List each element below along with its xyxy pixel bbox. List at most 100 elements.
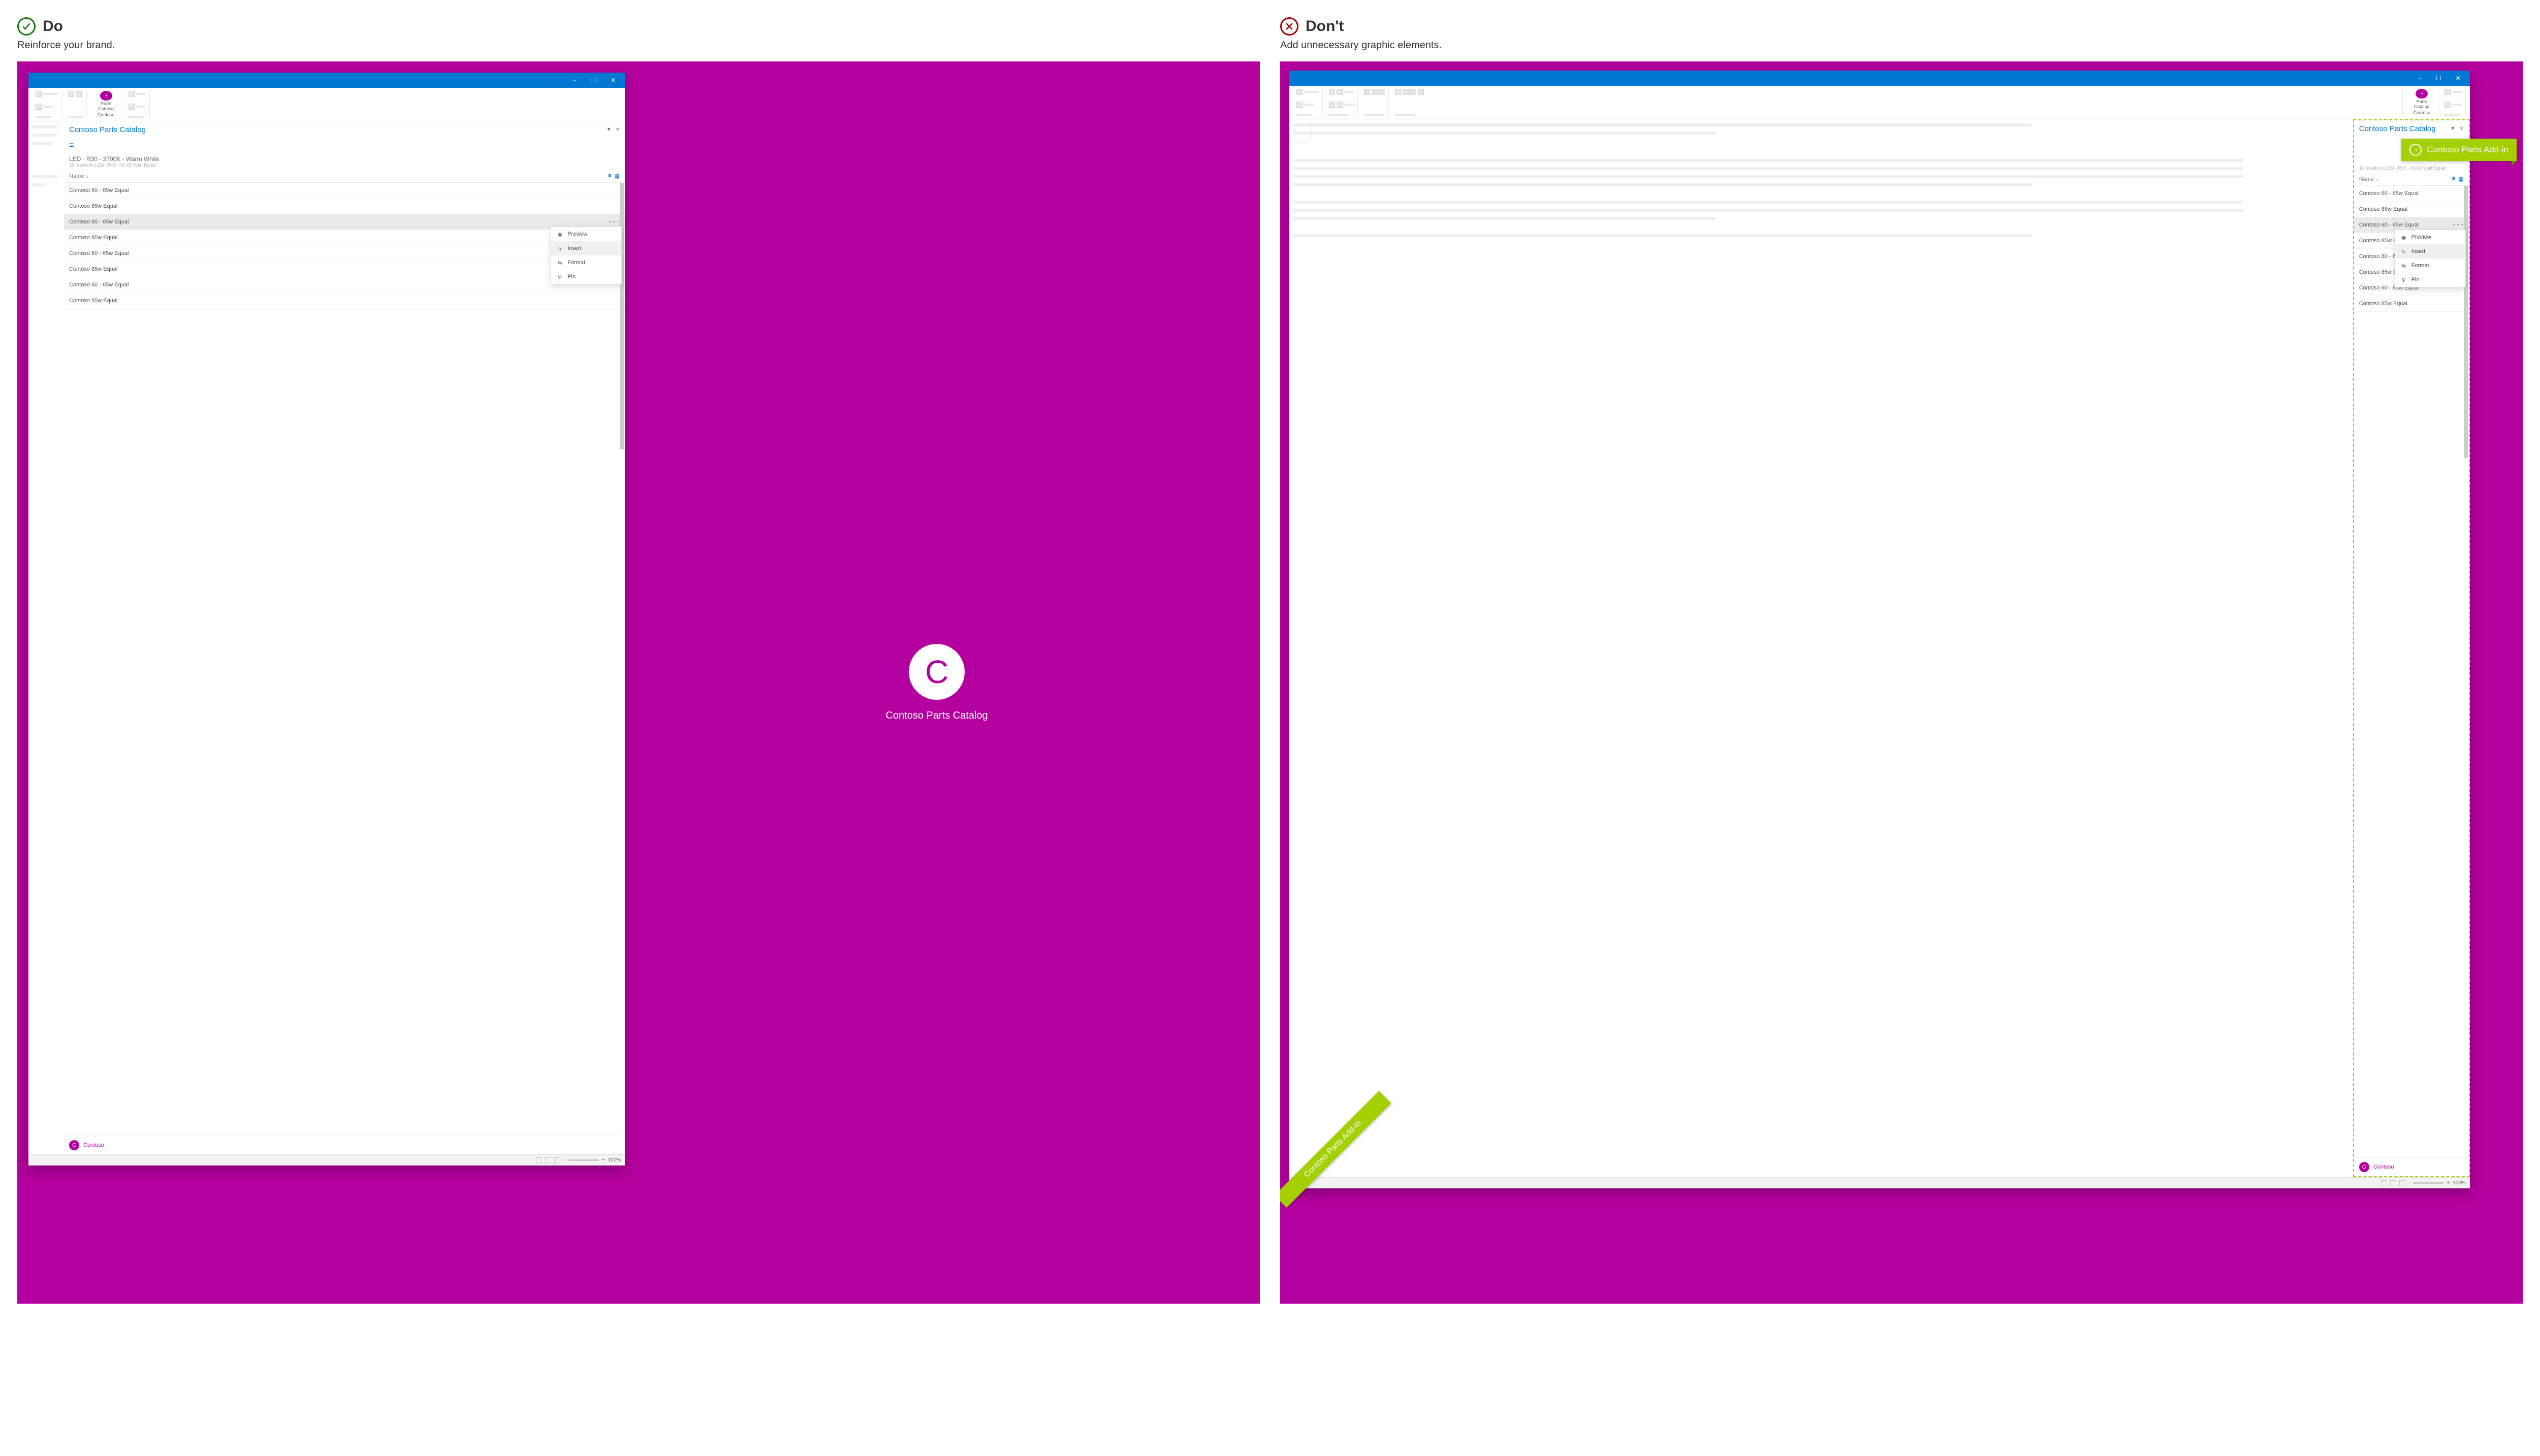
list-item[interactable]: Contoso 85w Equal [64,230,625,246]
app-window: − ☐ ✕ ◔ Parts Catalog Contoso [1289,71,2470,1188]
zoom-out[interactable]: - [2408,1180,2410,1186]
list-item[interactable]: Contoso 85w Equal [2354,296,2469,312]
brand-logo: C [69,1140,79,1150]
dont-frame: − ☐ ✕ ◔ Parts Catalog Contoso [1280,61,2523,1304]
brand-hero-title: Contoso Parts Catalog [885,710,988,722]
context-menu: ◉Preview ↳Insert ⇆Format ⚲Pin [2395,230,2466,287]
window-minimize-button[interactable]: − [566,74,583,86]
dont-subtitle: Add unnecessary graphic elements. [1280,40,2523,51]
addin-ribbon-button[interactable]: ◔ Parts Catalog Contoso [90,91,122,118]
sort-header[interactable]: Name ↓ [2359,176,2379,182]
zoom-in[interactable]: + [2447,1180,2450,1186]
zoom-out[interactable]: - [563,1157,565,1163]
lightbulb-icon: ◔ [100,91,112,101]
format-icon: ⇆ [2400,262,2407,269]
list-item[interactable]: Contoso 60 - 65w Equal [2354,186,2469,202]
view-mode-button[interactable] [2381,1180,2387,1186]
addin-sublabel: Contoso [98,113,115,118]
dont-heading: Don't [1306,18,1344,35]
addin-ribbon-button[interactable]: ◔ Parts Catalog Contoso [2406,89,2438,116]
ctx-format[interactable]: ⇆Format [2395,258,2465,273]
view-mode-button[interactable] [536,1157,542,1163]
insert-icon: ↳ [556,245,563,252]
results-count: 16 results in LED - R30 - 60-65 Watt Equ… [2359,166,2464,171]
ctx-insert[interactable]: ↳Insert [551,241,621,255]
do-frame: − ☐ ✕ ◔ Parts Catalog Contoso [17,61,1260,1304]
view-mode-button[interactable] [2390,1180,2396,1186]
brand-hero-logo: C [909,644,965,700]
zoom-level: 100% [2453,1180,2466,1186]
x-icon [1280,17,1298,36]
ribbon: ◔ Parts Catalog Contoso [1289,86,2470,119]
brand-name: Contoso [83,1142,104,1148]
window-close-button[interactable]: ✕ [2450,72,2467,84]
grid-view-icon[interactable]: ▦ [2458,176,2463,182]
status-bar: - + 100% [1289,1177,2470,1188]
brand-logo: C [2359,1162,2369,1172]
pane-dropdown-icon[interactable]: ▼ [2450,126,2455,132]
document-body-placeholder [1289,119,2353,1177]
list-item[interactable]: Contoso 85w Equal [2354,202,2469,217]
list-item[interactable]: Contoso 60 - 65w Equal [64,246,625,262]
sort-arrow-icon: ↓ [86,173,89,179]
dont-column: Don't Add unnecessary graphic elements. … [1280,17,2523,1304]
insert-icon: ↳ [2400,248,2407,255]
zoom-slider[interactable] [568,1159,599,1161]
lightbulb-icon: ◔ [2409,144,2422,156]
do-column: Do Reinforce your brand. − ☐ ✕ ◔ Parts C… [17,17,1260,1304]
item-more-icon[interactable]: • • • [2453,222,2464,228]
window-maximize-button[interactable]: ☐ [585,74,602,86]
do-subtitle: Reinforce your brand. [17,40,1260,51]
pane-close-icon[interactable]: ✕ [2459,126,2463,132]
pane-dropdown-icon[interactable]: ▼ [607,127,612,133]
results-list: Contoso 60 - 65w Equal Contoso 85w Equal… [2354,186,2469,1157]
window-minimize-button[interactable]: − [2411,72,2428,84]
ctx-pin[interactable]: ⚲Pin [2395,273,2465,287]
brand-name: Contoso [2373,1164,2394,1170]
list-item[interactable]: Contoso 85w Equal [64,293,625,309]
hamburger-icon[interactable]: ≡ [64,138,625,153]
context-menu: ◉Preview ↳Insert ⇆Format ⚲Pin [551,227,622,284]
ctx-format[interactable]: ⇆Format [551,255,621,270]
scrollbar[interactable] [2464,186,2468,458]
checkmark-icon [17,17,36,36]
pane-title: Contoso Parts Catalog [69,125,146,134]
format-icon: ⇆ [556,259,563,266]
promo-banner-text: Contoso Parts Add-in [2427,145,2509,155]
ctx-preview[interactable]: ◉Preview [2395,230,2465,244]
eye-icon: ◉ [2400,234,2407,241]
ctx-insert[interactable]: ↳Insert [2395,244,2465,258]
list-item[interactable]: Contoso 60 - 65w Equal [64,183,625,199]
view-mode-button[interactable] [554,1157,560,1163]
do-heading: Do [43,18,63,35]
ribbon: ◔ Parts Catalog Contoso [28,88,625,121]
list-view-icon[interactable]: ≡ [608,173,611,179]
addin-label: Parts Catalog [93,102,119,112]
titlebar: − ☐ ✕ [28,73,625,88]
sort-header[interactable]: Name ↓ [69,173,89,179]
brand-hero: C Contoso Parts Catalog [614,61,1260,1304]
task-pane: Contoso Parts Catalog ▼ ✕ 16 results in … [2353,119,2470,1177]
list-item[interactable]: Contoso 85w Equal [64,262,625,277]
view-mode-button[interactable] [2399,1180,2405,1186]
list-item[interactable]: Contoso 85w Equal [64,199,625,214]
task-pane: Contoso Parts Catalog ▼ ✕ ≡ LED - R30 - … [64,121,625,1154]
zoom-in[interactable]: + [602,1157,605,1163]
pin-icon: ⚲ [556,273,563,280]
ctx-preview[interactable]: ◉Preview [551,227,621,241]
pane-title: Contoso Parts Catalog [2359,124,2436,133]
list-item[interactable]: Contoso 60 - 65w Equal• • • [64,214,625,230]
zoom-slider[interactable] [2413,1182,2443,1184]
pin-icon: ⚲ [2400,276,2407,283]
document-body-placeholder [28,121,64,1154]
list-view-icon[interactable]: ≡ [2452,176,2455,182]
sort-arrow-icon: ↓ [2376,176,2379,182]
window-maximize-button[interactable]: ☐ [2430,72,2448,84]
eye-icon: ◉ [556,231,563,238]
results-list: Contoso 60 - 65w Equal Contoso 85w Equal… [64,183,625,1136]
ctx-pin[interactable]: ⚲Pin [551,270,621,284]
list-item[interactable]: Contoso 60 - 65w Equal [64,277,625,293]
view-mode-button[interactable] [545,1157,551,1163]
search-query: LED - R30 - 2700K - Warm White [69,155,620,163]
lightbulb-icon: ◔ [2416,89,2428,99]
